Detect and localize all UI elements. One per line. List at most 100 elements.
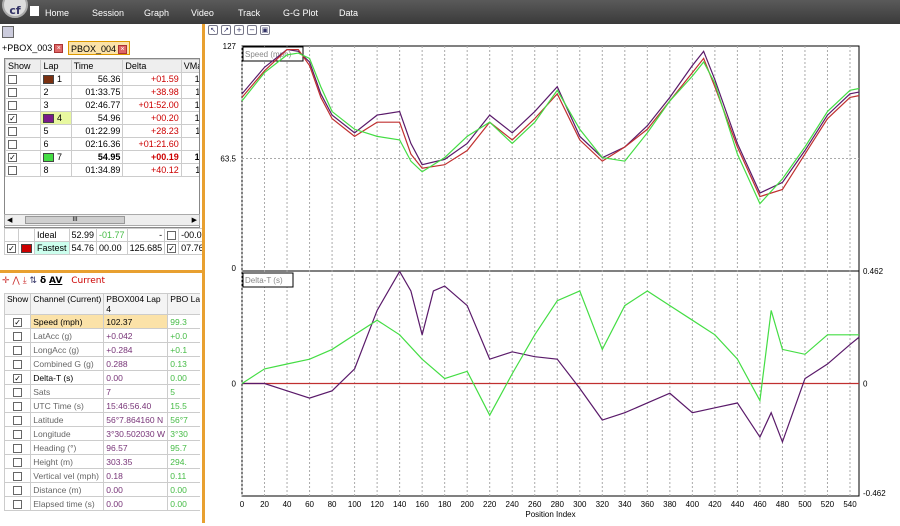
zoom-out-icon[interactable]: − — [247, 25, 257, 35]
menu-graph[interactable]: Graph — [144, 8, 169, 18]
app-logo[interactable]: cf — [0, 0, 32, 24]
lap-col-2[interactable]: Time — [70, 59, 124, 73]
menu-home[interactable]: Home — [45, 8, 69, 18]
tab-pbox004[interactable]: PBOX_004 × — [68, 41, 131, 55]
lap-vmax: 126.965 — [180, 111, 199, 125]
lap-show-checkbox[interactable] — [8, 75, 17, 85]
speed-delta-chart[interactable]: 0 20 40 60 80 100 120 140 160 180 200 220 240 260 280 3… — [205, 24, 900, 523]
channel-row[interactable]: Height (m) 303.35 294. — [4, 454, 200, 469]
lap-row[interactable]: ✓ 7 54.95 +00.19 126.679 — [5, 150, 199, 164]
scroll-right-icon[interactable]: ▶ — [192, 216, 197, 224]
channel-row[interactable]: Heading (°) 96.57 95.7 — [4, 440, 200, 455]
x-tick-label: 220 — [483, 500, 497, 509]
lap-col-1[interactable]: Lap — [40, 59, 72, 73]
channel-row[interactable]: ✓ Speed (mph) 102.37 99.3 — [4, 314, 200, 329]
lap-row[interactable]: ✓ 4 54.96 +00.20 126.965 — [5, 111, 199, 125]
lap-col-3[interactable]: Delta — [122, 59, 182, 73]
fastest-show-checkbox[interactable]: ✓ — [167, 244, 177, 254]
lap-show-checkbox[interactable]: ✓ — [8, 114, 17, 124]
fastest-checkbox[interactable]: ✓ — [7, 244, 16, 254]
channel-row[interactable]: LatAcc (g) +0.042 +0.0 — [4, 328, 200, 343]
lap-col-4[interactable]: VMax — [180, 59, 199, 73]
lap-show-checkbox[interactable] — [8, 166, 17, 176]
scroll-left-icon[interactable]: ◀ — [7, 216, 12, 224]
lap-row[interactable]: 8 01:34.89 +40.12 117.545 — [5, 163, 199, 177]
down-arrow-icon[interactable]: ⤓ — [23, 276, 27, 286]
channel-show-checkbox[interactable] — [13, 471, 23, 481]
delta-icon[interactable]: δ — [40, 276, 46, 286]
scroll-thumb[interactable]: III — [25, 216, 125, 224]
lap-row[interactable]: 3 02:46.77 +01:52.00 102.371 — [5, 98, 199, 112]
lap-color-swatch[interactable] — [43, 114, 55, 124]
lap-color-swatch[interactable] — [43, 75, 55, 85]
x-tick-label: 200 — [461, 500, 475, 509]
lap-show-checkbox[interactable] — [8, 101, 17, 111]
add-marker-icon[interactable]: ✛ — [2, 276, 10, 286]
lap-show-checkbox[interactable] — [8, 127, 17, 137]
menu-track[interactable]: Track — [238, 8, 260, 18]
lap-col-0[interactable]: Show — [5, 59, 42, 73]
channel-show-checkbox[interactable] — [13, 387, 23, 397]
x-tick-label: 480 — [776, 500, 790, 509]
tab-pbox003[interactable]: +PBOX_003 × — [2, 41, 64, 55]
fastest-time: 54.76 — [68, 241, 98, 255]
sort-icon[interactable]: ⇅ — [30, 276, 38, 286]
channel-row[interactable]: Elapsed time (s) 0.00 0.00 — [4, 496, 200, 511]
lap-color-swatch[interactable] — [43, 153, 55, 163]
lap-row[interactable]: 5 01:22.99 +28.23 117.800 — [5, 124, 199, 138]
lap-row[interactable]: 6 02:16.36 +01:21.60 99.705 — [5, 137, 199, 151]
zoom-fit-icon[interactable]: ▣ — [260, 25, 270, 35]
lap-show-checkbox[interactable]: ✓ — [8, 153, 17, 163]
channel-row[interactable]: ✓ Delta-T (s) 0.00 0.00 — [4, 370, 200, 385]
channel-row[interactable]: Longitude 3°30.502030 W 3°30 — [4, 426, 200, 441]
close-icon[interactable]: × — [54, 44, 64, 54]
channel-show-checkbox[interactable] — [13, 345, 23, 355]
cursor-icon[interactable]: ↖ — [208, 25, 218, 35]
channel-row[interactable]: LongAcc (g) +0.284 +0.1 — [4, 342, 200, 357]
x-tick-label: 440 — [731, 500, 745, 509]
lap-show-checkbox[interactable] — [8, 140, 17, 150]
menu-data[interactable]: Data — [339, 8, 358, 18]
channel-row[interactable]: UTC Time (s) 15:46:56.40 15.5 — [4, 398, 200, 413]
channel-row[interactable]: Combined G (g) 0.288 0.13 — [4, 356, 200, 371]
x-axis-label: Position Index — [525, 510, 575, 519]
channel-show-checkbox[interactable] — [13, 359, 23, 369]
channel-show-checkbox[interactable] — [13, 443, 23, 453]
fastest-color-swatch[interactable] — [21, 244, 32, 254]
channel-row[interactable]: Distance (m) 0.00 0.00 — [4, 482, 200, 497]
menu-gg-plot[interactable]: G-G Plot — [283, 8, 318, 18]
channel-show-checkbox[interactable]: ✓ — [13, 317, 23, 327]
lap-row[interactable]: 2 01:33.75 +38.98 115.420 — [5, 85, 199, 99]
channel-show-checkbox[interactable] — [13, 331, 23, 341]
lap-show-checkbox[interactable] — [8, 88, 17, 98]
menu-video[interactable]: Video — [191, 8, 214, 18]
grid-icon[interactable] — [2, 26, 14, 38]
channel-row[interactable]: Latitude 56°7.864160 N 56°7 — [4, 412, 200, 427]
channel-show-checkbox[interactable] — [13, 401, 23, 411]
zoom-in-icon[interactable]: + — [234, 25, 244, 35]
channel-value-lap4: 0.18 — [103, 468, 169, 483]
lap-number: 8 — [43, 165, 49, 175]
x-tick-label: 160 — [415, 500, 429, 509]
ideal-checkbox[interactable] — [167, 231, 177, 241]
lap-row[interactable]: 1 56.36 +01.59 123.423 — [5, 72, 199, 86]
channel-row[interactable]: Vertical vel (mph) 0.18 0.11 — [4, 468, 200, 483]
x-tick-label: 120 — [370, 500, 384, 509]
lap-time: 02:46.77 — [70, 98, 124, 112]
channel-value-lap4: 15:46:56.40 — [103, 398, 169, 413]
channel-show-checkbox[interactable] — [13, 429, 23, 439]
channel-row[interactable]: Sats 7 5 — [4, 384, 200, 399]
channel-show-checkbox[interactable] — [13, 415, 23, 425]
channel-show-checkbox[interactable] — [13, 457, 23, 467]
av-icon[interactable]: AV — [49, 276, 62, 286]
lap-table-scrollbar[interactable]: ◀ III ▶ — [4, 214, 200, 226]
measure-icon[interactable]: ↗ — [221, 25, 231, 35]
channel-show-checkbox[interactable] — [13, 499, 23, 509]
graph-area[interactable]: 0 20 40 60 80 100 120 140 160 180 200 220 240 260 280 3… — [205, 24, 900, 523]
menu-session[interactable]: Session — [92, 8, 124, 18]
channel-show-checkbox[interactable] — [13, 485, 23, 495]
channel-show-checkbox[interactable]: ✓ — [13, 373, 23, 383]
panel-divider[interactable] — [0, 270, 202, 273]
close-icon[interactable]: × — [118, 45, 128, 55]
peak-icon[interactable]: ⋀ — [12, 276, 19, 286]
